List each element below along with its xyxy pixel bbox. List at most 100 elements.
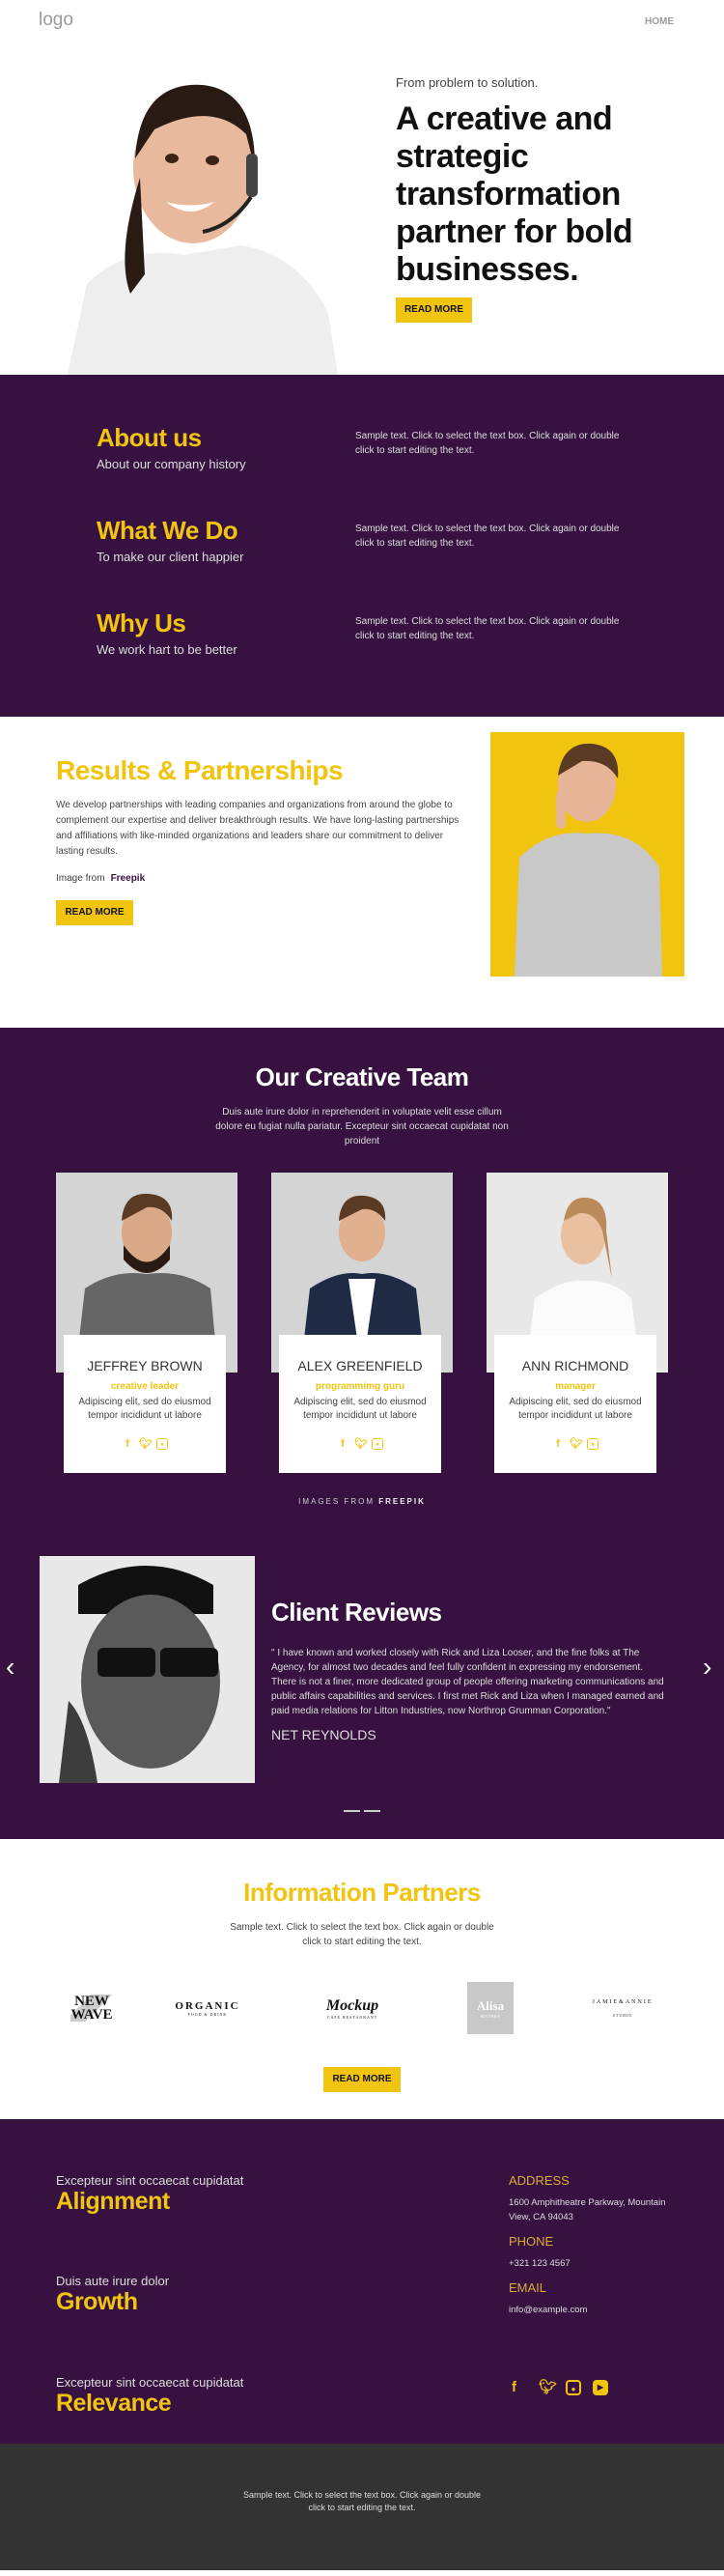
instagram-icon[interactable]: ●	[156, 1438, 168, 1450]
carousel-next-arrow[interactable]: ›	[703, 1652, 711, 1683]
team-member-name: JEFFREY BROWN	[87, 1358, 203, 1373]
results-read-more-button[interactable]: READ MORE	[56, 900, 133, 925]
facebook-icon[interactable]: f	[122, 1438, 133, 1450]
footer-item-subtitle: Excepteur sint occaecat cupidatat	[56, 2173, 244, 2188]
twitter-icon[interactable]: 🐦︎	[139, 1438, 153, 1450]
facebook-icon[interactable]: f	[512, 2380, 527, 2395]
team-card-info: JEFFREY BROWN creative leader Adipiscing…	[64, 1335, 226, 1473]
footer-section: Excepteur sint occaecat cupidatat Alignm…	[0, 2119, 724, 2444]
footer-item-title: Growth	[56, 2288, 138, 2315]
partner-logo[interactable]: Mockup CAFE RESTAURANT	[304, 1982, 401, 2034]
partner-logo[interactable]: JAMIE&ANNIE STUDIO	[579, 1982, 666, 2034]
footer-social: f 🐦︎ ● ▶	[512, 2380, 608, 2395]
team-member-desc: Adipiscing elit, sed do eiusmod tempor i…	[509, 1397, 642, 1421]
reviewer-photo	[40, 1556, 255, 1783]
about-item-text: Sample text. Click to select the text bo…	[355, 616, 620, 641]
team-member-name: ANN RICHMOND	[521, 1358, 629, 1373]
twitter-icon[interactable]: 🐦︎	[354, 1438, 368, 1450]
team-member-desc: Adipiscing elit, sed do eiusmod tempor i…	[78, 1397, 211, 1421]
about-item-text: Sample text. Click to select the text bo…	[355, 524, 620, 549]
results-body: We develop partnerships with leading com…	[56, 800, 459, 857]
nav-home-link[interactable]: HOME	[645, 16, 674, 27]
team-image-credit: IMAGES FROM FREEPIK	[0, 1497, 724, 1506]
partner-logo-name: JAMIE&ANNIE	[592, 1998, 654, 2005]
freepik-link[interactable]: Freepik	[111, 873, 146, 884]
partner-logo-sub: STUDIO	[612, 2012, 633, 2018]
hero-image	[48, 62, 348, 375]
hero-subtitle: From problem to solution.	[396, 75, 539, 90]
team-member-role: creative leader	[110, 1381, 180, 1392]
footer-item-subtitle: Duis aute irure dolor	[56, 2274, 170, 2288]
about-item: About us About our company history Sampl…	[97, 423, 637, 471]
results-photo	[490, 732, 684, 977]
about-section: About us About our company history Sampl…	[0, 375, 724, 717]
address-value: 1600 Amphitheatre Parkway, Mountain View…	[509, 2197, 666, 2222]
team-member-social: f 🐦︎ ●	[279, 1438, 441, 1450]
bottom-bar: Sample text. Click to select the text bo…	[0, 2444, 724, 2570]
partners-title: Information Partners	[243, 1878, 481, 1907]
team-member-name: ALEX GREENFIELD	[297, 1358, 423, 1373]
address-label: ADDRESS	[509, 2173, 570, 2188]
partner-logo-name: NEW WAVE	[70, 1994, 113, 2023]
partner-logo[interactable]: ORGANIC FOOD & DRINK	[150, 1982, 265, 2034]
reviews-section: ‹ Client Reviews " I have known and work…	[0, 1520, 724, 1839]
partners-read-more-button[interactable]: READ MORE	[323, 2067, 401, 2092]
hero-title: A creative and strategic transformation …	[396, 100, 633, 288]
team-card: JEFFREY BROWN creative leader Adipiscing…	[56, 1173, 237, 1473]
facebook-icon[interactable]: f	[552, 1438, 564, 1450]
about-item-subtitle: To make our client happier	[97, 550, 244, 564]
partner-logo[interactable]: NEW WAVE	[58, 1982, 125, 2034]
phone-label: PHONE	[509, 2234, 554, 2249]
instagram-icon[interactable]: ●	[372, 1438, 383, 1450]
team-section: Our Creative Team Duis aute irure dolor …	[0, 1028, 724, 1520]
logo[interactable]: logo	[39, 10, 73, 31]
partner-logo-name: ORGANIC	[175, 1999, 240, 2012]
carousel-indicator[interactable]	[344, 1810, 360, 1812]
image-credit-prefix: Image from	[56, 873, 105, 884]
footer-item-title: Alignment	[56, 2188, 170, 2215]
contact-info: ADDRESS 1600 Amphitheatre Parkway, Mount…	[509, 2173, 682, 2327]
footer-item: Excepteur sint occaecat cupidatat Releva…	[56, 2375, 243, 2418]
team-title: Our Creative Team	[255, 1062, 469, 1091]
partner-logo[interactable]: Alisa BOUTIQUE	[467, 1982, 514, 2034]
team-card-info: ANN RICHMOND manager Adipiscing elit, se…	[494, 1335, 656, 1473]
partner-logo-sub: CAFE RESTAURANT	[326, 2014, 378, 2020]
team-credit-prefix: IMAGES FROM	[298, 1497, 375, 1506]
partner-logo-name: Mockup	[325, 1996, 379, 2014]
about-item: Why Us We work hart to be better Sample …	[97, 609, 637, 657]
freepik-link[interactable]: FREEPIK	[378, 1497, 426, 1506]
partners-intro: Sample text. Click to select the text bo…	[230, 1922, 494, 1947]
review-quote: " I have known and worked closely with R…	[271, 1648, 664, 1716]
footer-item-subtitle: Excepteur sint occaecat cupidatat	[56, 2375, 244, 2390]
carousel-indicators	[344, 1810, 380, 1812]
review-author: NET REYNOLDS	[271, 1727, 376, 1742]
team-card: ANN RICHMOND manager Adipiscing elit, se…	[487, 1173, 668, 1473]
image-credit: Image from Freepik	[56, 873, 145, 884]
phone-value[interactable]: +321 123 4567	[509, 2256, 682, 2271]
partner-logo-name: Alisa	[476, 1997, 505, 2013]
results-section: Results & Partnerships We develop partne…	[0, 717, 724, 1028]
email-label: EMAIL	[509, 2280, 547, 2295]
youtube-icon[interactable]: ▶	[593, 2380, 608, 2395]
results-title: Results & Partnerships	[56, 755, 344, 785]
carousel-prev-arrow[interactable]: ‹	[6, 1652, 14, 1683]
team-card: ALEX GREENFIELD programmimg guru Adipisc…	[271, 1173, 453, 1473]
footer-item-title: Relevance	[56, 2390, 172, 2417]
carousel-indicator[interactable]	[364, 1810, 380, 1812]
about-item-subtitle: About our company history	[97, 457, 246, 471]
partner-logos: NEW WAVE ORGANIC FOOD & DRINK Mockup CAF…	[58, 1982, 666, 2034]
facebook-icon[interactable]: f	[337, 1438, 348, 1450]
twitter-icon[interactable]: 🐦︎	[570, 1438, 583, 1450]
team-member-social: f 🐦︎ ●	[64, 1438, 226, 1450]
partner-logo-sub: BOUTIQUE	[480, 2013, 501, 2019]
reviews-title: Client Reviews	[271, 1598, 442, 1627]
team-member-desc: Adipiscing elit, sed do eiusmod tempor i…	[293, 1397, 427, 1421]
twitter-icon[interactable]: 🐦︎	[539, 2380, 557, 2395]
about-item: What We Do To make our client happier Sa…	[97, 516, 637, 564]
instagram-icon[interactable]: ●	[587, 1438, 599, 1450]
about-item-text: Sample text. Click to select the text bo…	[355, 431, 620, 456]
hero-read-more-button[interactable]: READ MORE	[396, 297, 472, 323]
team-member-role: manager	[555, 1381, 596, 1392]
instagram-icon[interactable]: ●	[566, 2380, 581, 2395]
email-value[interactable]: info@example.com	[509, 2303, 682, 2317]
